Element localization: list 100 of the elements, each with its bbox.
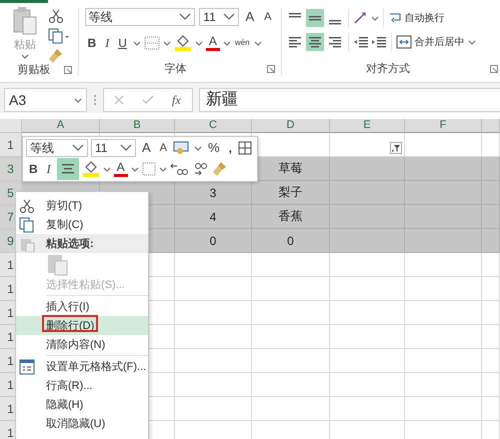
table-cell[interactable]: 0	[175, 229, 252, 253]
launcher-icon[interactable]	[64, 66, 72, 74]
table-cell[interactable]	[482, 349, 500, 373]
italic-button[interactable]: I	[44, 161, 54, 177]
font-color-button[interactable]: A	[114, 161, 128, 177]
column-header[interactable]: B	[100, 119, 175, 133]
table-cell[interactable]	[405, 301, 482, 325]
table-cell[interactable]	[175, 277, 252, 301]
table-cell[interactable]	[252, 349, 330, 373]
caret-icon[interactable]	[132, 40, 141, 46]
row-header[interactable]: 3	[0, 157, 22, 181]
column-header[interactable]: E	[330, 119, 405, 133]
shrink-font-button[interactable]: A	[261, 9, 275, 25]
table-cell[interactable]	[330, 229, 405, 253]
table-cell[interactable]	[482, 325, 500, 349]
table-cell[interactable]	[482, 253, 500, 277]
table-cell[interactable]	[405, 349, 482, 373]
table-cell[interactable]	[330, 181, 405, 205]
paste-icon[interactable]	[46, 252, 70, 276]
check-icon[interactable]	[142, 95, 154, 105]
table-cell[interactable]	[405, 277, 482, 301]
table-cell[interactable]	[175, 253, 252, 277]
table-cell[interactable]	[252, 325, 330, 349]
caret-icon[interactable]	[162, 40, 171, 46]
table-cell[interactable]	[252, 397, 330, 421]
table-cell[interactable]	[330, 373, 405, 397]
scissors-icon[interactable]	[48, 8, 64, 24]
cancel-icon[interactable]	[114, 95, 124, 105]
table-cell[interactable]	[330, 253, 405, 277]
percent-button[interactable]: %	[205, 140, 223, 156]
formula-field[interactable]: 新疆	[199, 88, 500, 112]
comma-button[interactable]: ,	[226, 140, 235, 156]
table-cell[interactable]	[482, 205, 500, 229]
grow-font-button[interactable]: A	[242, 9, 258, 25]
decrease-indent-icon[interactable]	[352, 35, 369, 49]
caret-icon[interactable]	[254, 40, 262, 46]
table-cell[interactable]	[252, 253, 330, 277]
table-cell[interactable]	[405, 181, 482, 205]
wrap-text-button[interactable]: 自动换行	[388, 11, 445, 25]
column-header[interactable]: C	[175, 119, 252, 133]
increase-indent-icon[interactable]	[370, 35, 387, 49]
caret-icon[interactable]	[130, 166, 139, 172]
table-cell[interactable]	[175, 301, 252, 325]
borders-icon[interactable]	[238, 141, 252, 155]
column-header[interactable]: F	[405, 119, 482, 133]
table-cell[interactable]	[405, 253, 482, 277]
table-cell[interactable]	[175, 397, 252, 421]
caret-icon[interactable]	[102, 166, 111, 172]
caret-icon[interactable]	[194, 145, 202, 151]
copy-icon[interactable]	[48, 28, 70, 44]
table-cell[interactable]	[482, 277, 500, 301]
table-cell[interactable]	[482, 157, 500, 181]
phonetic-button[interactable]: wén	[234, 35, 251, 51]
column-header[interactable]: D	[252, 119, 330, 133]
table-cell[interactable]	[482, 373, 500, 397]
caret-icon[interactable]	[222, 40, 231, 46]
menu-item[interactable]: 删除行(D)	[16, 316, 148, 335]
table-cell[interactable]	[482, 397, 500, 421]
table-cell[interactable]	[405, 205, 482, 229]
merge-center-button[interactable]: 合并后居中	[396, 35, 476, 49]
table-cell[interactable]	[330, 205, 405, 229]
column-header[interactable]: A	[22, 119, 100, 133]
grow-font-button[interactable]: A	[139, 140, 154, 156]
table-cell[interactable]	[482, 181, 500, 205]
size-dropdown[interactable]: 11	[91, 139, 136, 157]
shrink-font-button[interactable]: A	[156, 140, 170, 156]
table-cell[interactable]	[330, 397, 405, 421]
table-cell[interactable]	[405, 325, 482, 349]
caret-icon[interactable]	[158, 166, 167, 172]
table-cell[interactable]	[330, 325, 405, 349]
font-dropdown[interactable]: 等线	[84, 8, 196, 26]
filter-icon[interactable]	[390, 142, 402, 154]
fill-color-icon[interactable]	[174, 35, 192, 51]
column-header[interactable]	[482, 119, 500, 133]
table-cell[interactable]: 4	[175, 205, 252, 229]
table-cell[interactable]	[175, 325, 252, 349]
middle-align-icon[interactable]	[306, 9, 324, 27]
table-cell[interactable]	[482, 229, 500, 253]
brush-icon[interactable]	[48, 48, 64, 64]
align-center-icon[interactable]	[56, 158, 79, 180]
launcher-icon[interactable]	[266, 64, 275, 72]
fill-color-icon[interactable]	[82, 161, 100, 177]
table-cell[interactable]: 3	[175, 181, 252, 205]
table-cell[interactable]: 0	[252, 229, 330, 253]
table-cell[interactable]: 香蕉	[252, 205, 330, 229]
table-cell[interactable]	[252, 301, 330, 325]
underline-button[interactable]: U	[115, 35, 130, 51]
font-dropdown[interactable]: 等线	[26, 139, 88, 157]
caret-icon[interactable]	[194, 40, 203, 46]
font-color-button[interactable]: A	[206, 35, 220, 51]
bold-button[interactable]: B	[84, 35, 100, 51]
table-cell[interactable]	[330, 301, 405, 325]
align-center-icon[interactable]	[306, 33, 324, 51]
table-cell[interactable]	[175, 349, 252, 373]
table-cell[interactable]	[330, 349, 405, 373]
table-cell[interactable]: 梨子	[252, 181, 330, 205]
insert-function-button[interactable]: fx	[172, 92, 181, 108]
bold-button[interactable]: B	[26, 161, 41, 177]
row-header[interactable]: 1	[0, 133, 22, 157]
number-format-icon[interactable]	[173, 141, 192, 155]
